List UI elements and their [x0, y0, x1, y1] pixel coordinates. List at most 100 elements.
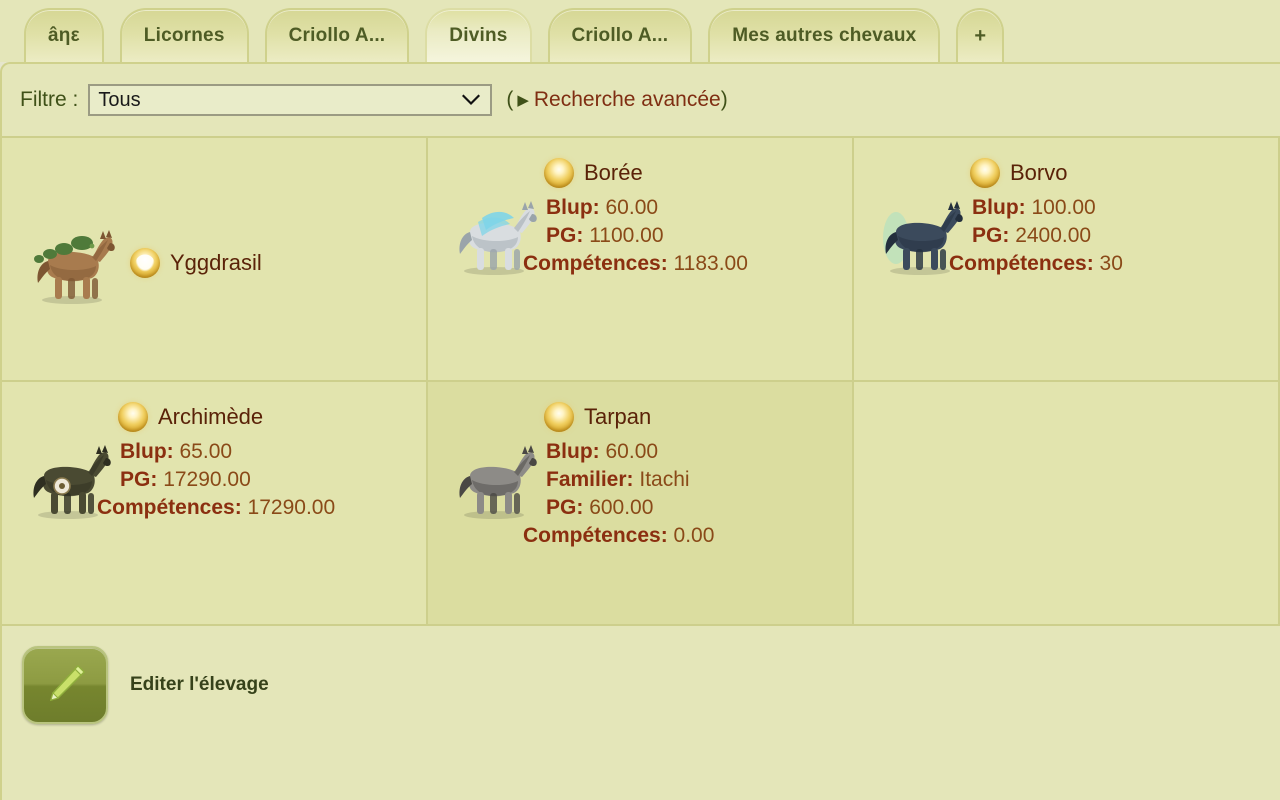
- horse-cell[interactable]: Archimède Blup: 65.00 PG: 17290.00 Compéte…: [2, 382, 428, 626]
- stat-value: 100.00: [1031, 196, 1096, 219]
- stat-value: 60.00: [605, 440, 659, 463]
- pencil-icon: [49, 664, 86, 702]
- horse-body: Blup: 60.00 PG: 1100.00 Compétences: 1183.…: [438, 192, 842, 312]
- stat-line: Compétences: 17290.00: [97, 494, 416, 522]
- horse-name-row: Borvo: [864, 156, 1268, 190]
- advanced-search-link[interactable]: Recherche avancée: [534, 88, 721, 112]
- footer-bar: Editer l'élevage: [2, 626, 1280, 744]
- stat-value: 17290.00: [247, 495, 336, 519]
- stat-line: Blup: 60.00: [546, 438, 842, 466]
- horse-name: Borvo: [1010, 160, 1068, 185]
- chevron-down-icon: [462, 94, 481, 106]
- horse-name-row: Tarpan: [438, 400, 842, 434]
- filter-label: Filtre :: [20, 88, 79, 111]
- stat-line: Blup: 65.00: [120, 438, 416, 466]
- stat-key: Compétences:: [523, 523, 668, 547]
- tab-label: Mes autres chevaux: [732, 25, 917, 46]
- tab-label: Criollo A...: [288, 25, 386, 46]
- gold-orb-icon: [970, 158, 1000, 188]
- advanced-search-group: ( ▶ Recherche avancée ): [506, 88, 727, 112]
- tab-bar: âηε Licornes Criollo A... Divins Criollo A..…: [0, 0, 1280, 62]
- horse-cell[interactable]: Yggdrasil: [2, 138, 428, 382]
- horse-body: Blup: 100.00 PG: 2400.00 Compétences: 30: [864, 192, 1268, 312]
- horse-name-row: Borée: [438, 156, 842, 190]
- horse-name: Tarpan: [584, 404, 652, 429]
- horse-stats: Blup: 60.00 PG: 1100.00 Compétences: 1183.…: [523, 192, 842, 278]
- stat-key: Compétences:: [523, 251, 668, 275]
- horse-body: Blup: 60.00 Familier: Itachi PG: 600.00 Com…: [438, 436, 842, 556]
- edit-breeding-label: Editer l'élevage: [130, 674, 269, 695]
- stat-value: 2400.00: [1015, 223, 1092, 247]
- tab-3[interactable]: Divins: [425, 8, 532, 62]
- horse-cell-empty: [854, 382, 1280, 626]
- tree-badge-icon: [130, 248, 160, 278]
- paren-close: ): [720, 88, 728, 111]
- tab-2[interactable]: Criollo A...: [264, 8, 410, 62]
- tab-4[interactable]: Criollo A...: [547, 8, 693, 62]
- horse-name-row: Archimède: [12, 400, 416, 434]
- stat-key: Compétences:: [97, 495, 242, 519]
- stat-key: PG:: [972, 223, 1010, 247]
- tab-label: Licornes: [143, 25, 225, 46]
- horse-cell[interactable]: Tarpan Blup: 60.00 Familier: Itachi PG: 60…: [428, 382, 854, 626]
- stat-key: Compétences:: [949, 251, 1094, 275]
- stat-value: 60.00: [605, 196, 659, 219]
- water-horse-sprite: [874, 192, 970, 276]
- stat-key: Blup:: [546, 196, 600, 219]
- stat-value: 600.00: [589, 495, 654, 519]
- grey-pony-sprite: [448, 436, 544, 520]
- stat-key: PG:: [120, 467, 158, 491]
- stat-key: PG:: [546, 223, 584, 247]
- gold-orb-icon: [118, 402, 148, 432]
- tab-label: +: [974, 24, 987, 47]
- stat-value: 17290.00: [163, 467, 251, 491]
- stat-value: Itachi: [639, 467, 690, 491]
- stat-key: Blup:: [972, 196, 1026, 219]
- stat-line: Blup: 100.00: [972, 194, 1268, 222]
- triangle-right-icon: ▶: [517, 91, 529, 109]
- stat-value: 1183.00: [673, 251, 748, 275]
- tab-5[interactable]: Mes autres chevaux: [708, 8, 941, 62]
- filter-select-value: Tous: [98, 89, 141, 111]
- horse-name: Archimède: [158, 404, 264, 429]
- horse-cell[interactable]: Borée Blup: 60.00 PG: 1100.00 Compétences:…: [428, 138, 854, 382]
- stat-key: Blup:: [120, 440, 174, 463]
- filter-bar: Filtre : Tous ( ▶ Recherche avancée ): [2, 64, 1280, 136]
- horse-cell[interactable]: Borvo Blup: 100.00 PG: 2400.00 Compétences…: [854, 138, 1280, 382]
- horse-body: Blup: 65.00 PG: 17290.00 Compétences: 1729…: [12, 436, 416, 556]
- horse-summary: Yggdrasil: [12, 156, 416, 370]
- tab-0[interactable]: âηε: [24, 8, 104, 62]
- stat-line: Familier: Itachi: [546, 466, 842, 494]
- horse-stats: Blup: 60.00 Familier: Itachi PG: 600.00 Com…: [523, 436, 842, 550]
- stat-value: 1100.00: [589, 223, 664, 247]
- stat-line: PG: 600.00: [546, 494, 842, 522]
- horse-name: Borée: [584, 160, 643, 185]
- stat-line: Compétences: 30: [949, 250, 1268, 278]
- filter-select[interactable]: Tous: [88, 84, 493, 116]
- edit-breeding-button[interactable]: [22, 646, 108, 724]
- stat-value: 65.00: [179, 440, 233, 463]
- stat-line: PG: 2400.00: [972, 222, 1268, 250]
- foal-tree-sprite: [26, 221, 122, 305]
- gold-orb-icon: [544, 402, 574, 432]
- tab-label: Criollo A...: [571, 25, 669, 46]
- gold-orb-icon: [544, 158, 574, 188]
- stat-line: Compétences: 0.00: [523, 522, 842, 550]
- horse-stats: Blup: 100.00 PG: 2400.00 Compétences: 30: [949, 192, 1268, 278]
- stat-value: 0.00: [673, 523, 715, 547]
- tab-label: Divins: [449, 25, 508, 46]
- stat-key: PG:: [546, 495, 584, 519]
- pegasus-blue-sprite: [448, 192, 544, 276]
- tab-label: âηε: [48, 25, 80, 46]
- tab-add-new[interactable]: +: [956, 8, 1005, 62]
- dark-horse-sprite: [22, 436, 118, 520]
- horse-grid: Yggdrasil Borée Blup: 60.00 PG: 1100.00 Com…: [2, 136, 1280, 626]
- stat-line: PG: 17290.00: [120, 466, 416, 494]
- tab-1[interactable]: Licornes: [119, 8, 249, 62]
- stat-line: PG: 1100.00: [546, 222, 842, 250]
- horse-name: Yggdrasil: [170, 250, 262, 275]
- breeding-panel: Filtre : Tous ( ▶ Recherche avancée ) Yg…: [0, 62, 1280, 800]
- horse-stats: Blup: 65.00 PG: 17290.00 Compétences: 1729…: [97, 436, 416, 522]
- stat-value: 30: [1099, 251, 1123, 275]
- stat-key: Blup:: [546, 440, 600, 463]
